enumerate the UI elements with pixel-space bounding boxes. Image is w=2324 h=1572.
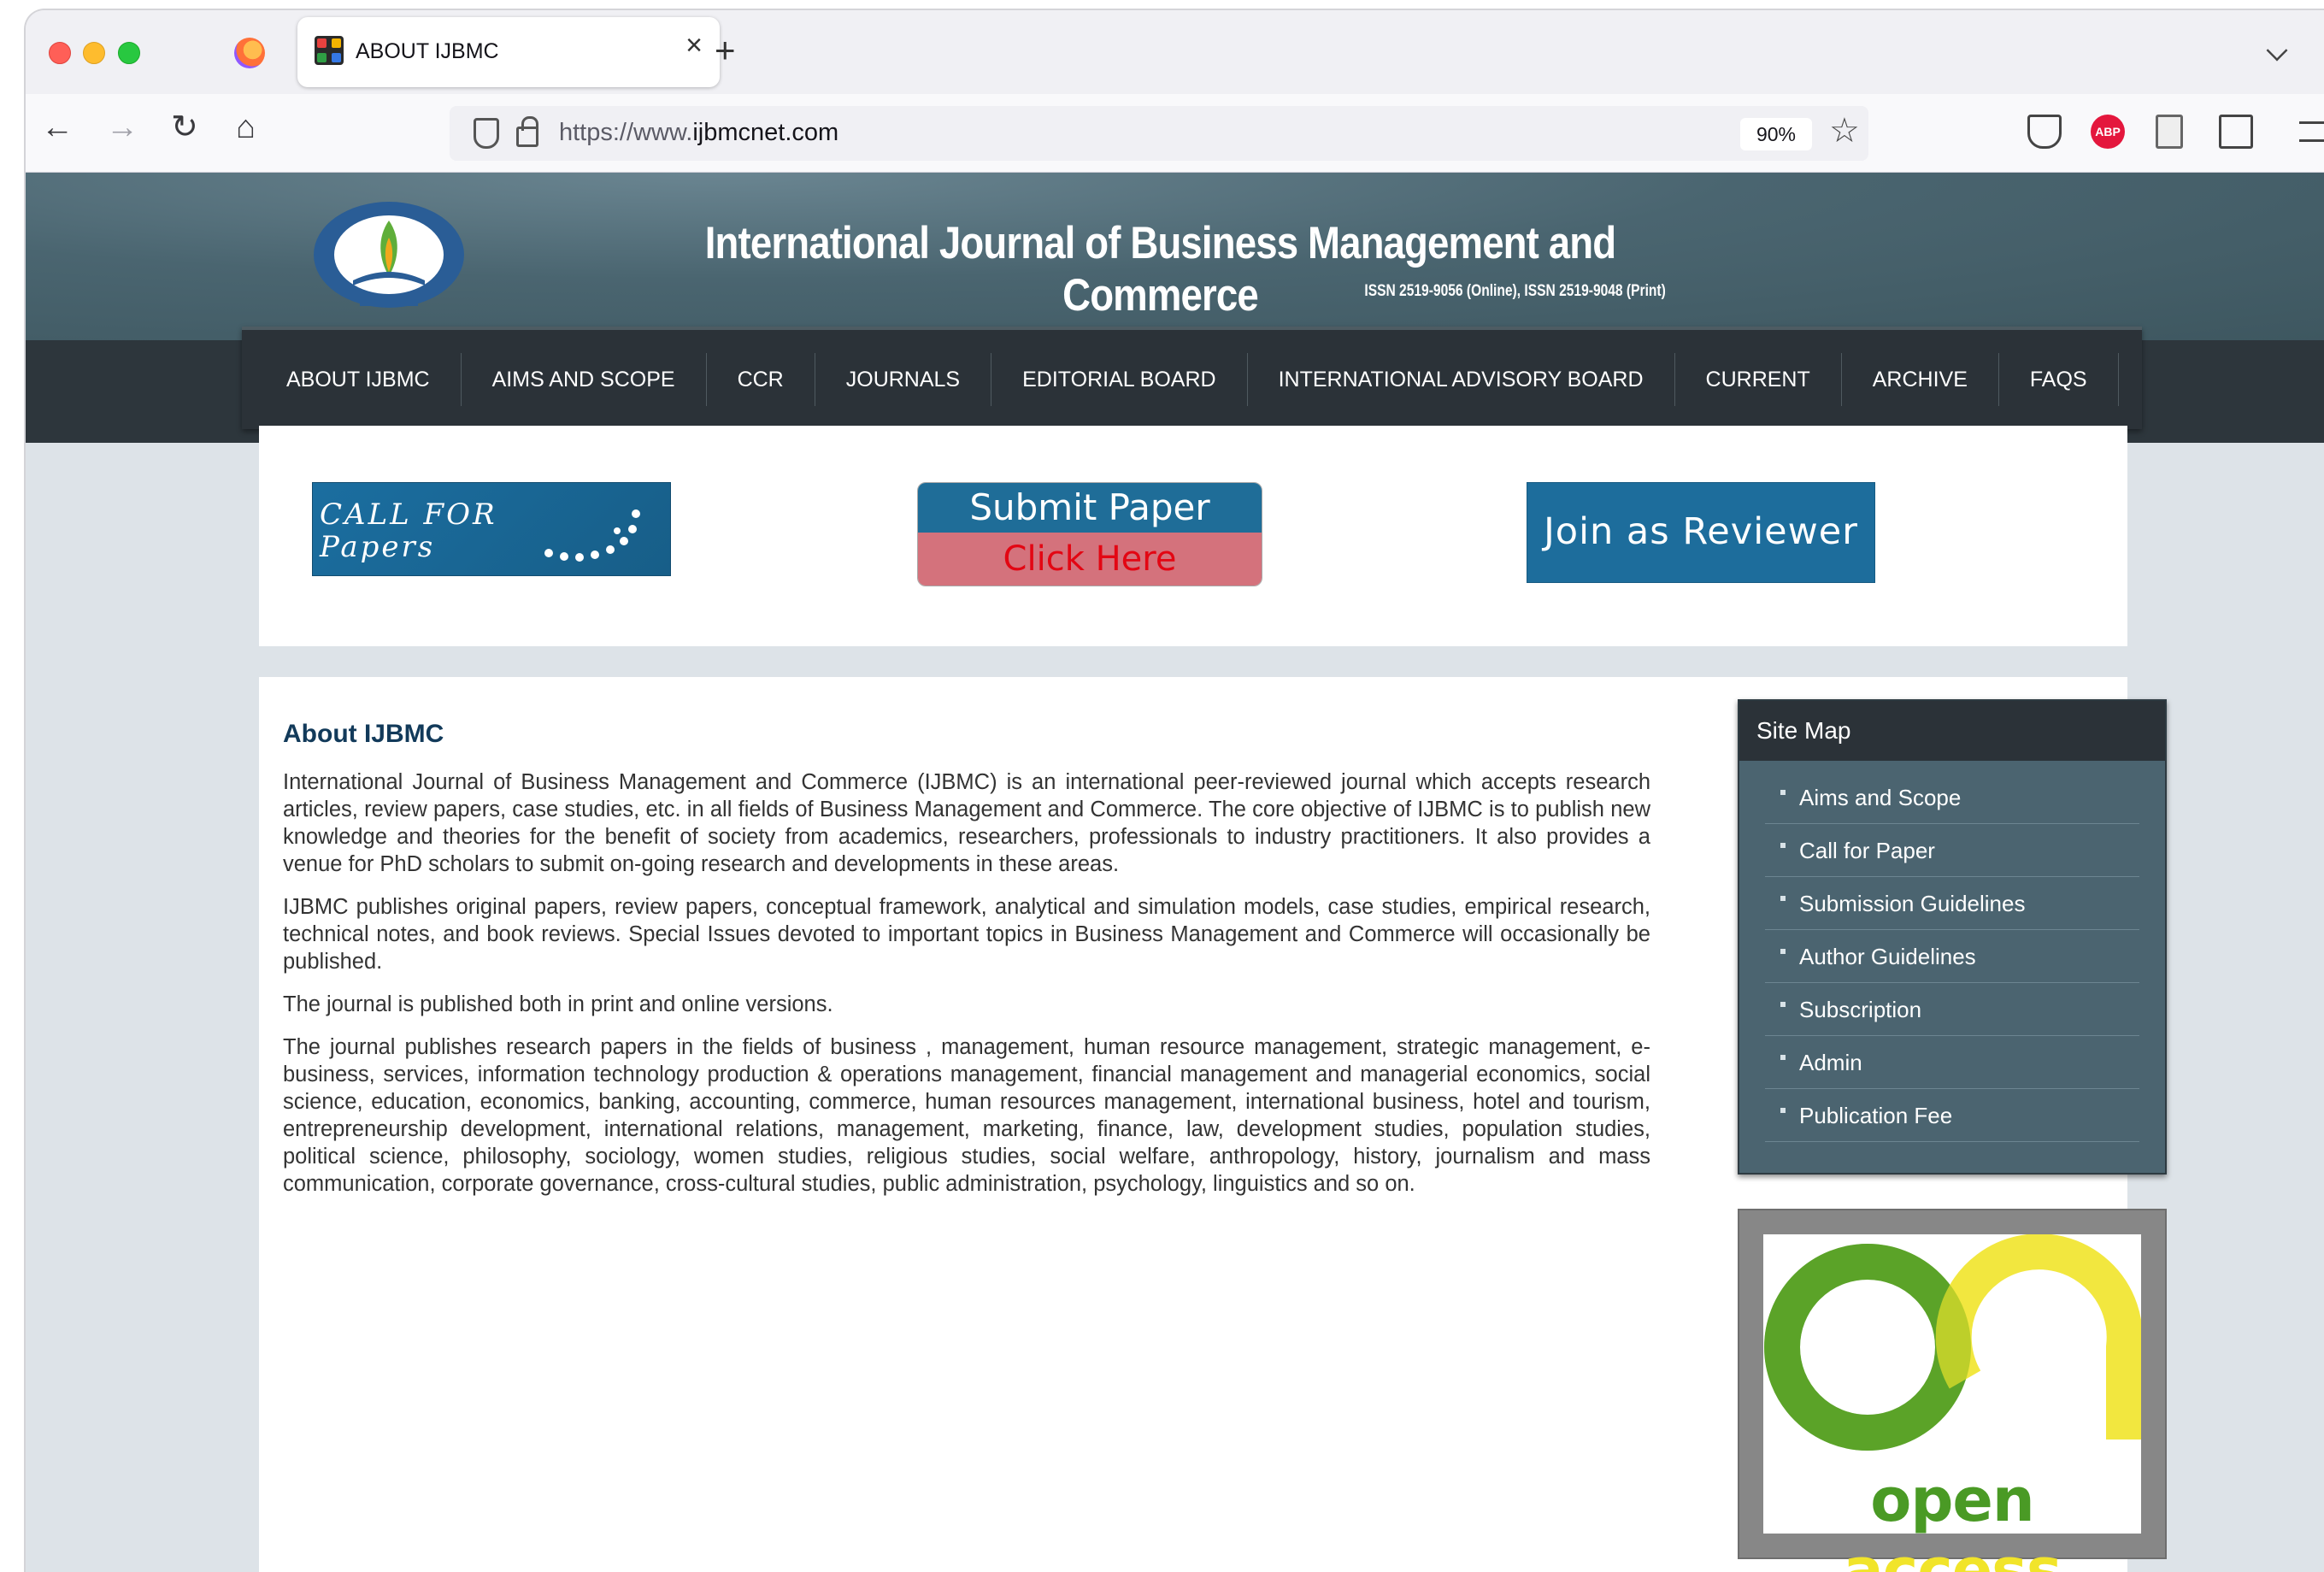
about-paragraph: The journal is published both in print a… (283, 992, 833, 1016)
sitemap-link-subscription[interactable]: Subscription (1765, 983, 2139, 1036)
open-access-logo: open access (1763, 1234, 2141, 1572)
call-for-papers-label: CALL FOR Papers (320, 498, 497, 564)
sitemap-link-author-guidelines[interactable]: Author Guidelines (1765, 930, 2139, 983)
reload-icon[interactable]: ↻ (171, 111, 198, 144)
open-access-badge[interactable]: open access (1738, 1209, 2167, 1572)
tab-title: ABOUT IJBMC (356, 39, 499, 63)
ccr-logo-icon[interactable] (310, 195, 468, 308)
about-paragraph: The journal publishes research papers in… (283, 1035, 1650, 1196)
site-header: International Journal of Business Manage… (26, 173, 2324, 340)
submit-paper-button[interactable]: Submit Paper Click Here (917, 482, 1262, 586)
sitemap-link-admin[interactable]: Admin (1765, 1036, 2139, 1089)
reader-view-icon[interactable] (2219, 115, 2253, 149)
page-icon[interactable] (2156, 115, 2183, 149)
address-bar[interactable]: https://www.ijbmcnet.com 90% ☆ (450, 106, 1868, 161)
new-tab-icon[interactable]: + (715, 32, 736, 68)
sitemap-link-aims-and-scope[interactable]: Aims and Scope (1765, 771, 2139, 824)
menu-item-international-advisory-board[interactable]: INTERNATIONAL ADVISORY BOARD (1248, 353, 1675, 406)
about-heading: About IJBMC (283, 720, 444, 748)
lock-icon[interactable] (516, 116, 538, 147)
menu-item-about[interactable]: ABOUT IJBMC (268, 353, 462, 406)
url-text[interactable]: https://www.ijbmcnet.com (559, 119, 838, 147)
click-here-label: Click Here (918, 533, 1262, 586)
action-banner: CALL FOR Papers Submit Paper Click Here … (259, 426, 2127, 646)
menu-item-faqs[interactable]: FAQS (1999, 353, 2119, 406)
site-map-list: Aims and Scope Call for Paper Submission… (1739, 761, 2165, 1142)
join-as-reviewer-button[interactable]: Join as Reviewer (1527, 482, 1875, 583)
close-tab-icon[interactable]: × (685, 31, 703, 60)
dots-decoration-icon (544, 509, 640, 562)
main-content: About IJBMC International Journal of Bus… (259, 677, 2167, 1572)
back-icon[interactable]: ← (41, 111, 74, 144)
menu-item-editorial-board[interactable]: EDITORIAL BOARD (991, 353, 1248, 406)
sitemap-link-publication-fee[interactable]: Publication Fee (1765, 1089, 2139, 1142)
site-map-title: Site Map (1739, 701, 2165, 761)
about-body: International Journal of Business Manage… (283, 768, 1650, 1213)
about-paragraph: IJBMC publishes original papers, review … (283, 895, 1650, 974)
page-viewport: International Journal of Business Manage… (26, 173, 2324, 1572)
navigation-bar: ← → ↻ ⌂ https://www.ijbmcnet.com 90% ☆ A… (26, 94, 2324, 173)
tracking-protection-shield-icon[interactable] (474, 118, 499, 149)
tab-bar: ABOUT IJBMC × + (26, 10, 2324, 94)
maximize-window-button[interactable] (118, 42, 140, 64)
close-window-button[interactable] (49, 42, 71, 64)
browser-window: ABOUT IJBMC × + ← → ↻ ⌂ https://www.ijbm… (26, 10, 2324, 1572)
site-favicon-icon (315, 36, 344, 65)
call-for-papers-button[interactable]: CALL FOR Papers (312, 482, 671, 576)
site-map-panel: Site Map Aims and Scope Call for Paper S… (1738, 699, 2167, 1175)
menu-item-journals[interactable]: JOURNALS (815, 353, 992, 406)
sitemap-link-submission-guidelines[interactable]: Submission Guidelines (1765, 877, 2139, 930)
home-icon[interactable]: ⌂ (236, 111, 256, 144)
menu-item-aims-and-scope[interactable]: AIMS AND SCOPE (462, 353, 707, 406)
hamburger-menu-icon[interactable] (2299, 121, 2324, 142)
about-paragraph: International Journal of Business Manage… (283, 770, 1650, 876)
menu-item-current[interactable]: CURRENT (1675, 353, 1842, 406)
list-all-tabs-icon[interactable] (2266, 39, 2288, 62)
zoom-level-badge[interactable]: 90% (1740, 118, 1812, 150)
submit-paper-label: Submit Paper (918, 483, 1262, 533)
forward-icon[interactable]: → (106, 111, 138, 144)
pocket-icon[interactable] (2027, 115, 2062, 149)
main-menu: ABOUT IJBMC AIMS AND SCOPE CCR JOURNALS … (242, 327, 2142, 429)
menu-item-ccr[interactable]: CCR (707, 353, 815, 406)
open-access-rings-icon (1764, 1234, 2141, 1451)
site-title: International Journal of Business Manage… (704, 218, 1616, 321)
sitemap-link-call-for-paper[interactable]: Call for Paper (1765, 824, 2139, 877)
bookmark-star-icon[interactable]: ☆ (1829, 111, 1860, 150)
menu-item-archive[interactable]: ARCHIVE (1842, 353, 1999, 406)
open-access-text: open access (1843, 1465, 2062, 1572)
firefox-view-icon[interactable] (234, 38, 265, 68)
adblock-plus-icon[interactable]: ABP (2091, 115, 2125, 149)
minimize-window-button[interactable] (83, 42, 105, 64)
site-issn: ISSN 2519-9056 (Online), ISSN 2519-9048 … (1364, 282, 1666, 300)
tab-about-ijbmc[interactable]: ABOUT IJBMC × (297, 17, 720, 87)
